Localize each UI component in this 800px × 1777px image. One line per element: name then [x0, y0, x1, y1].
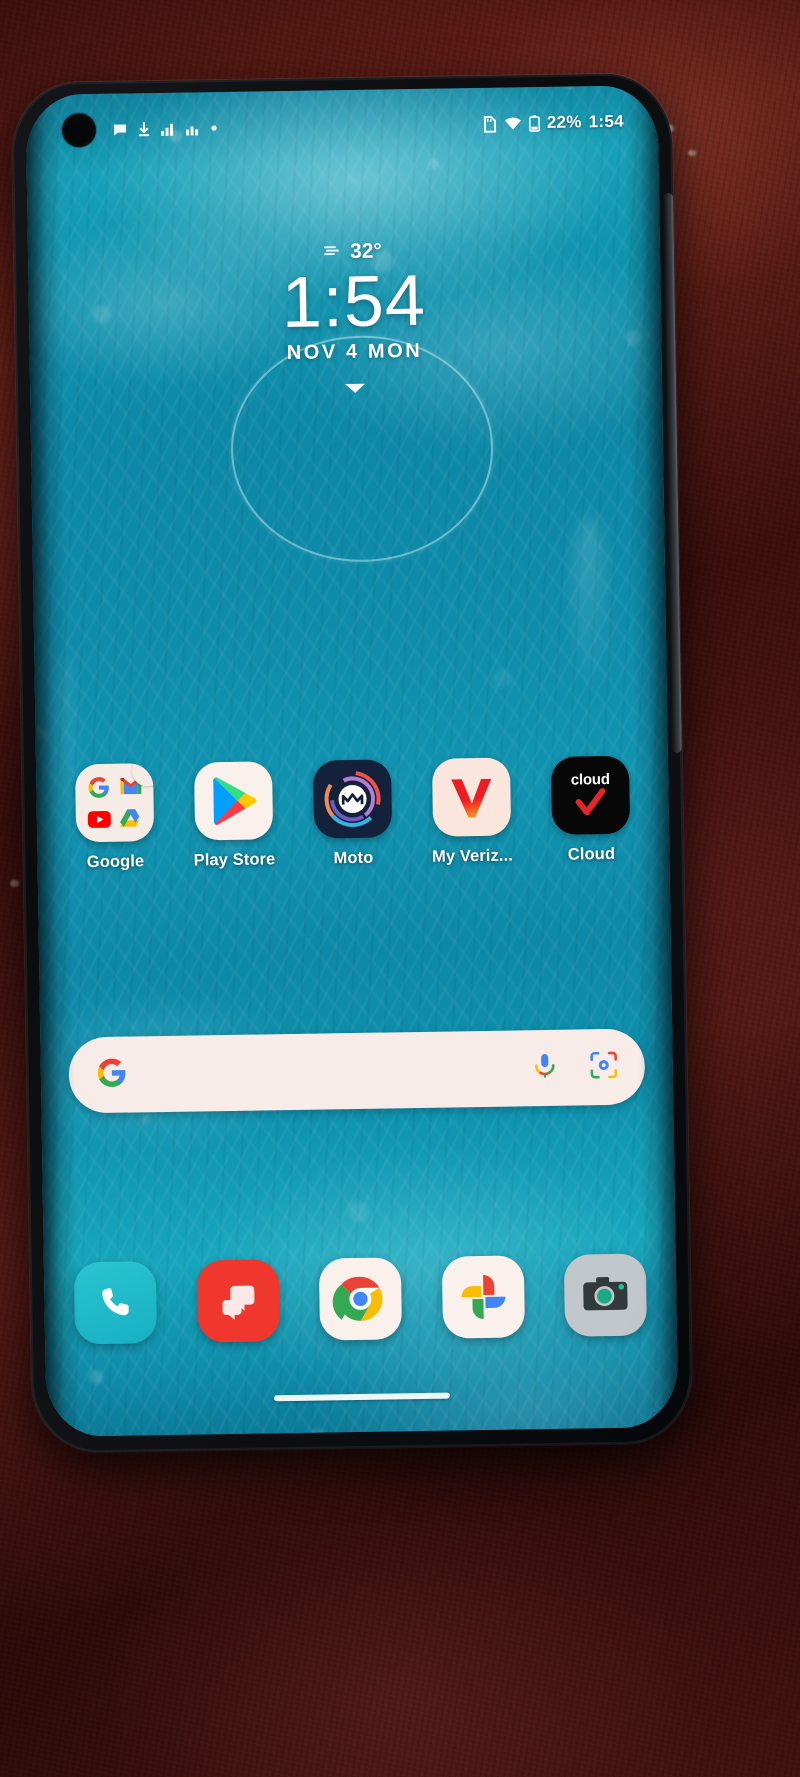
- app-label: Google: [86, 852, 145, 872]
- my-verizon-icon[interactable]: [431, 757, 512, 837]
- messages-icon[interactable]: [196, 1259, 280, 1343]
- google-lens-icon[interactable]: [589, 1049, 620, 1084]
- google-folder-icon[interactable]: [74, 763, 155, 843]
- dock: [73, 1253, 648, 1345]
- phone-icon[interactable]: [73, 1261, 158, 1345]
- home-app-row: Google Play Store Moto My Veriz... cloud…: [62, 755, 644, 872]
- checkmark-glyph: [575, 788, 606, 816]
- signal-bars-secondary-icon: [185, 120, 201, 136]
- google-photos-icon[interactable]: [441, 1255, 525, 1339]
- microphone-icon[interactable]: [531, 1050, 560, 1085]
- clock-time[interactable]: 1:54: [28, 261, 661, 344]
- app-label: My Veriz...: [431, 846, 514, 866]
- app-cell-google[interactable]: Google: [62, 763, 168, 873]
- play-store-icon[interactable]: [193, 761, 274, 841]
- app-cell-my-verizon[interactable]: My Veriz...: [419, 757, 525, 867]
- wifi-icon: [504, 115, 522, 131]
- status-bar-clock: 1:54: [588, 111, 625, 132]
- cloud-icon[interactable]: cloud: [550, 755, 631, 835]
- clock-weather-widget[interactable]: 32° 1:54 NOV 4 MON: [28, 235, 662, 564]
- front-camera-punch-hole: [61, 112, 97, 148]
- google-drive-glyph: [118, 806, 143, 831]
- download-icon: [137, 121, 151, 137]
- signal-bars-icon: [160, 121, 176, 137]
- message-bubble-icon: [112, 121, 128, 137]
- sd-card-icon: [482, 115, 497, 133]
- chrome-icon[interactable]: [318, 1257, 403, 1341]
- phone-device-body: 22% 1:54 32° 1:54 NOV 4 MON Google Play …: [11, 72, 693, 1454]
- status-bar-right-icons: 22% 1:54: [482, 112, 624, 134]
- app-label: Cloud: [567, 844, 616, 864]
- youtube-glyph: [86, 806, 111, 831]
- dot-icon: [210, 120, 218, 136]
- surface-speck: [10, 880, 19, 887]
- google-g-icon: [95, 1055, 130, 1095]
- search-input[interactable]: [128, 1030, 531, 1112]
- battery-icon: [528, 114, 540, 132]
- app-cell-play-store[interactable]: Play Store: [181, 761, 287, 871]
- status-bar-left-icons: [112, 120, 218, 138]
- battery-percent-label: 22%: [546, 112, 582, 132]
- app-label: Play Store: [193, 850, 276, 870]
- weather-temperature: 32°: [349, 239, 383, 263]
- moto-icon[interactable]: [312, 759, 393, 839]
- google-search-glyph: [86, 774, 111, 799]
- fog-icon: [322, 242, 342, 263]
- app-cell-cloud[interactable]: cloud Cloud: [538, 755, 644, 865]
- cloud-icon-text: cloud: [570, 770, 610, 789]
- app-cell-moto[interactable]: Moto: [300, 759, 406, 869]
- surface-speck: [688, 150, 696, 156]
- phone-screen[interactable]: 22% 1:54 32° 1:54 NOV 4 MON Google Play …: [25, 85, 679, 1437]
- camera-icon[interactable]: [563, 1253, 648, 1337]
- google-search-bar[interactable]: [68, 1028, 646, 1114]
- app-label: Moto: [333, 848, 374, 868]
